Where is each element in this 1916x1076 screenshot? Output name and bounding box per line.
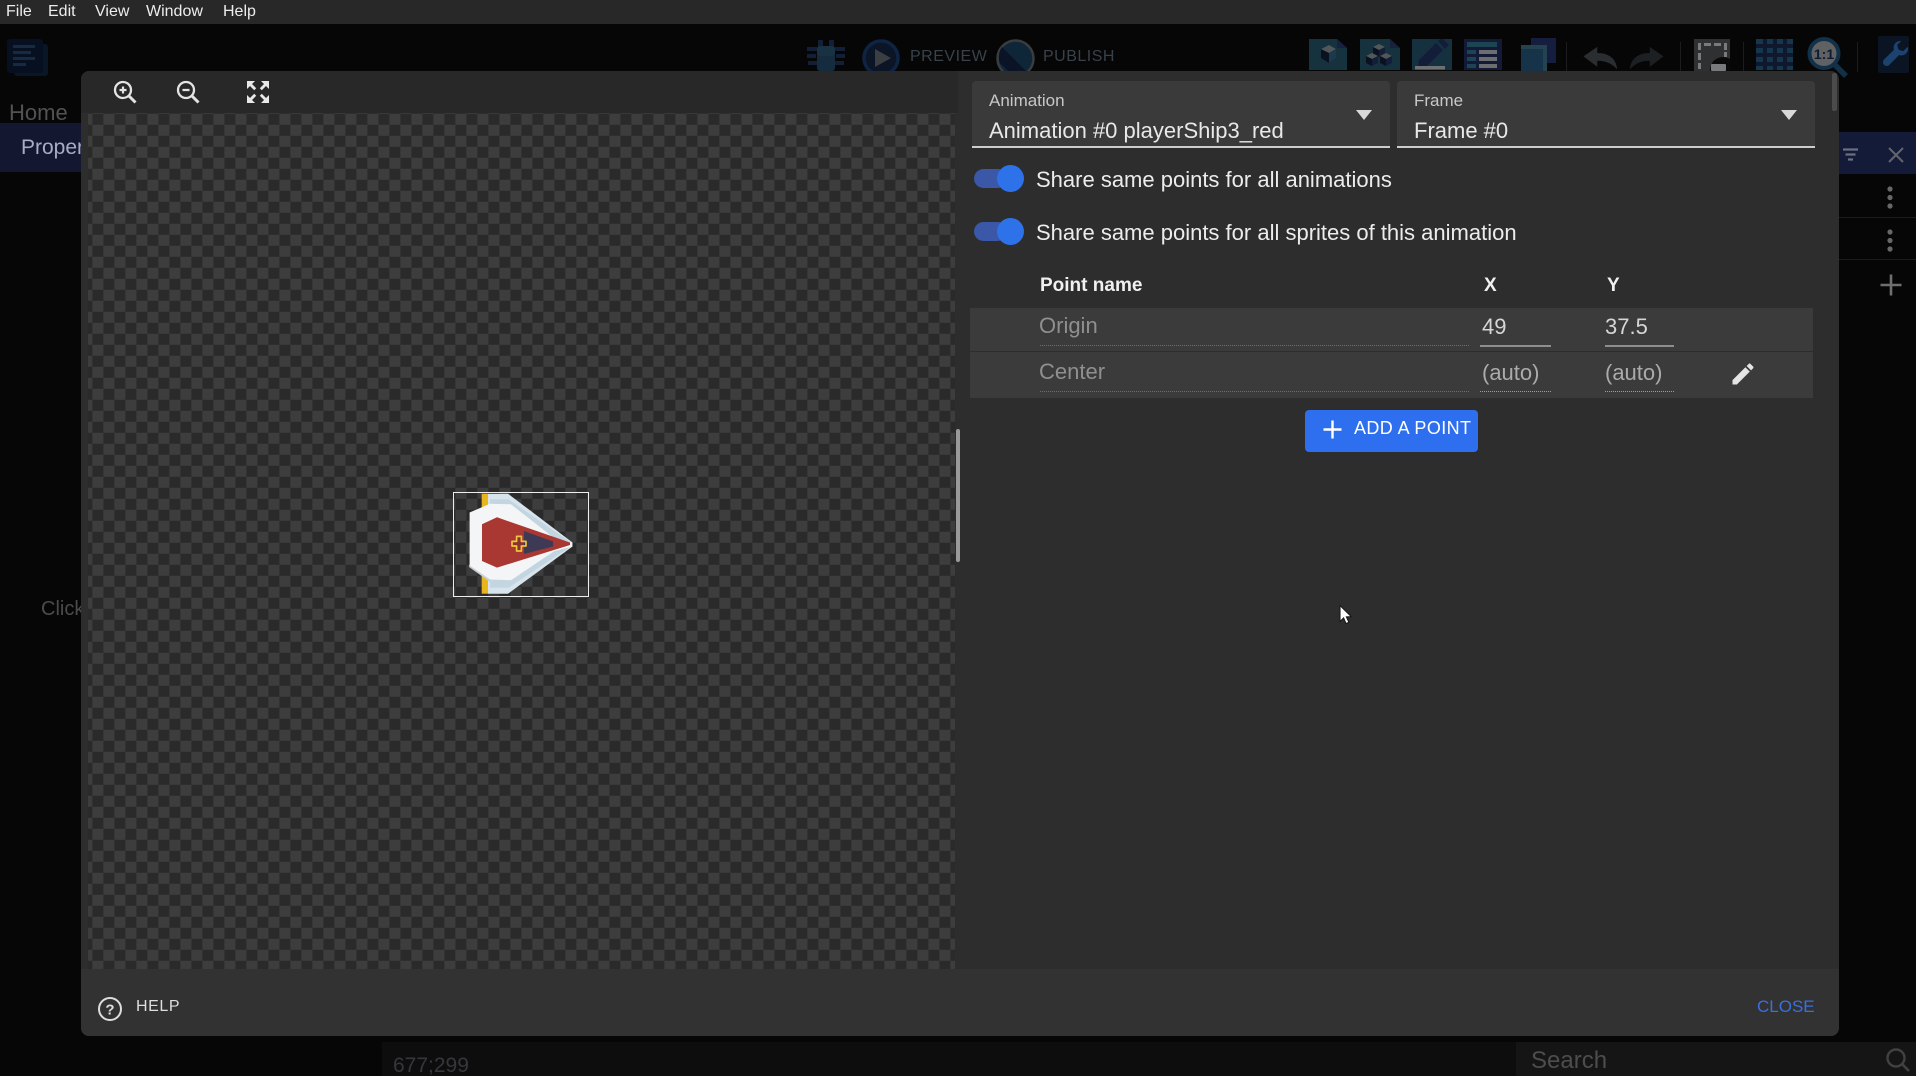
svg-text:1:1: 1:1: [1814, 46, 1834, 62]
svg-text:?: ?: [105, 1002, 114, 1019]
